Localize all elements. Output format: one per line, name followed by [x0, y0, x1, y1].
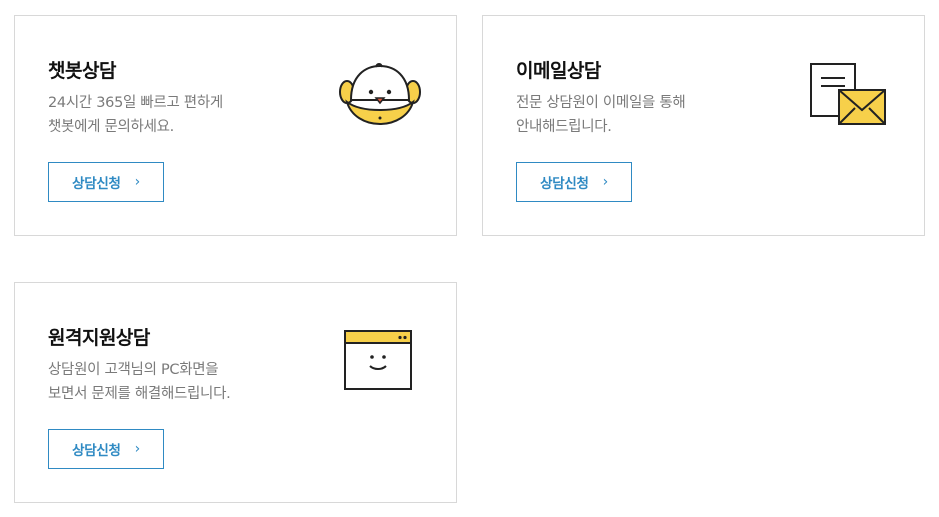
- chevron-right-icon: ›: [602, 174, 609, 190]
- button-label: 상담신청: [72, 443, 121, 459]
- card-title: 챗봇상담: [48, 60, 116, 82]
- email-consult-request-button[interactable]: 상담신청 ›: [516, 162, 632, 202]
- remote-pc-icon: [343, 329, 415, 391]
- card-title: 원격지원상담: [48, 327, 150, 349]
- email-consult-card: 이메일상담 전문 상담원이 이메일을 통해 안내해드립니다. 상담신청 ›: [482, 15, 925, 236]
- button-label: 상담신청: [72, 176, 121, 192]
- card-description: 상담원이 고객님의 PC화면을 보면서 문제를 해결해드립니다.: [48, 358, 231, 406]
- email-icon: [809, 62, 889, 128]
- card-description-line: 24시간 365일 빠르고 편하게: [48, 95, 223, 111]
- card-title: 이메일상담: [516, 60, 601, 82]
- card-description-line: 상담원이 고객님의 PC화면을: [48, 362, 219, 378]
- chevron-right-icon: ›: [134, 441, 141, 457]
- remote-support-consult-request-button[interactable]: 상담신청 ›: [48, 429, 164, 469]
- card-description: 24시간 365일 빠르고 편하게 챗봇에게 문의하세요.: [48, 91, 223, 139]
- chatbot-icon: [339, 62, 421, 130]
- chevron-right-icon: ›: [134, 174, 141, 190]
- button-label: 상담신청: [540, 176, 589, 192]
- card-description-line: 안내해드립니다.: [516, 119, 612, 135]
- remote-support-consult-card: 원격지원상담 상담원이 고객님의 PC화면을 보면서 문제를 해결해드립니다. …: [14, 282, 457, 503]
- chatbot-consult-request-button[interactable]: 상담신청 ›: [48, 162, 164, 202]
- card-description: 전문 상담원이 이메일을 통해 안내해드립니다.: [516, 91, 686, 139]
- card-description-line: 보면서 문제를 해결해드립니다.: [48, 386, 231, 402]
- card-description-line: 챗봇에게 문의하세요.: [48, 119, 174, 135]
- chatbot-consult-card: 챗봇상담 24시간 365일 빠르고 편하게 챗봇에게 문의하세요. 상담신청 …: [14, 15, 457, 236]
- card-description-line: 전문 상담원이 이메일을 통해: [516, 95, 686, 111]
